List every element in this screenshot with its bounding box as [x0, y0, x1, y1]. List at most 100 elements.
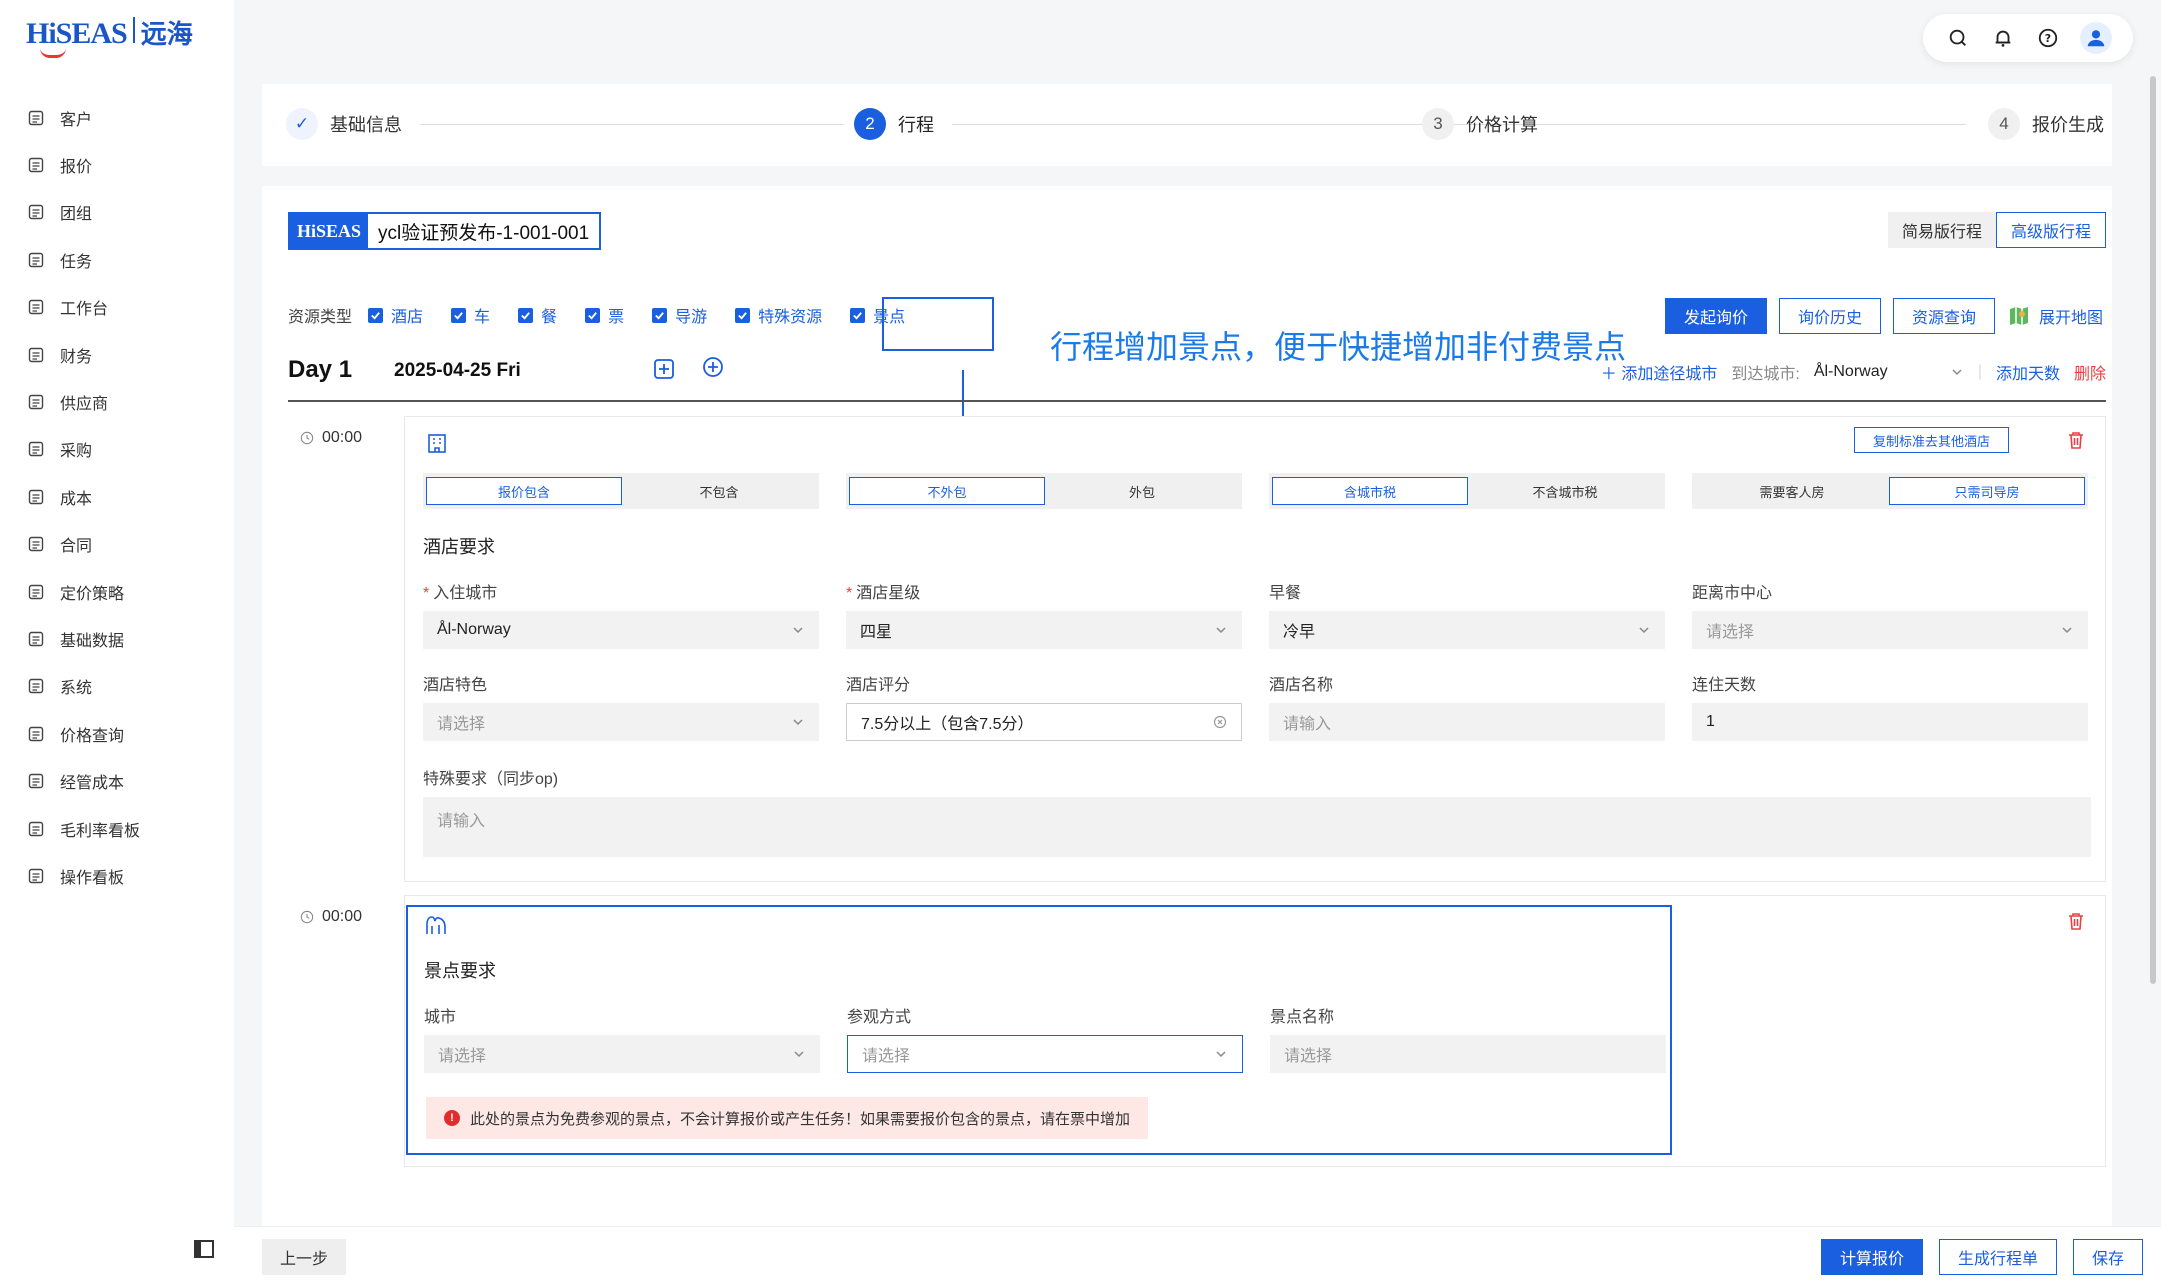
step-basic-info[interactable]: ✓ 基础信息	[286, 108, 402, 140]
brand-logo[interactable]: HiSEAS 远海	[26, 14, 193, 58]
segmented-toggle: 不外包 外包	[846, 473, 1242, 509]
supplier-icon	[26, 392, 46, 412]
sidebar-item[interactable]: 任务	[26, 236, 140, 283]
system-icon	[26, 676, 46, 696]
resource-checkbox[interactable]: 票	[585, 303, 624, 327]
resource-label: 票	[608, 309, 625, 326]
chevron-down-icon	[1639, 627, 1649, 634]
sidebar-collapse-icon[interactable]	[193, 1238, 215, 1260]
breakfast-label: 早餐	[1269, 585, 1302, 602]
add-circle-icon[interactable]	[702, 356, 724, 378]
sidebar-item[interactable]: 基础数据	[26, 615, 140, 662]
visit-mode-select[interactable]: 请选择	[847, 1035, 1243, 1073]
step-number: 3	[1422, 108, 1454, 140]
resource-type-label: 资源类型	[288, 309, 353, 326]
nights-input[interactable]: 1	[1692, 703, 2088, 741]
sidebar-item[interactable]: 团组	[26, 189, 140, 236]
toggle-option[interactable]: 只需司导房	[1889, 477, 2085, 505]
sidebar-item[interactable]: 毛利率看板	[26, 805, 140, 852]
trash-icon[interactable]	[2065, 910, 2087, 932]
toggle-option[interactable]: 报价包含	[426, 477, 622, 505]
sidebar-item[interactable]: 操作看板	[26, 852, 140, 899]
toggle-option[interactable]: 含城市税	[1272, 477, 1468, 505]
arrive-city-select[interactable]: Ål-Norway	[1814, 363, 1964, 381]
pricing-icon	[26, 582, 46, 602]
rating-select[interactable]: 7.5分以上（包含7.5分）	[846, 703, 1242, 741]
help-icon[interactable]: ?	[2035, 25, 2061, 51]
special-requirements-textarea[interactable]: 请输入	[423, 797, 2091, 857]
sidebar-item[interactable]: 系统	[26, 663, 140, 710]
sidebar-item-label: 供应商	[60, 396, 109, 414]
resource-checkbox[interactable]: 特殊资源	[735, 303, 822, 327]
sidebar-item[interactable]: 成本	[26, 473, 140, 520]
scenic-warning: ! 此处的景点为免费参观的景点，不会计算报价或产生任务！如果需要报价包含的景点，…	[426, 1097, 1149, 1139]
search-icon[interactable]	[1945, 25, 1971, 51]
prev-step-button[interactable]: 上一步	[262, 1239, 347, 1275]
add-square-icon[interactable]	[653, 358, 675, 380]
resource-query-button[interactable]: 资源查询	[1892, 298, 1995, 334]
sidebar-item[interactable]: 财务	[26, 331, 140, 378]
delete-day-link[interactable]: 删除	[2074, 360, 2106, 384]
expand-map-link[interactable]: 展开地图	[2007, 304, 2103, 328]
sidebar-item[interactable]: 报价	[26, 141, 140, 188]
resource-checkbox[interactable]: 酒店	[368, 303, 423, 327]
sidebar-item[interactable]: 采购	[26, 426, 140, 473]
sidebar-item[interactable]: 定价策略	[26, 568, 140, 615]
sidebar-item[interactable]: 客户	[26, 94, 140, 141]
checkin-city-select[interactable]: Ål-Norway	[423, 611, 819, 649]
toggle-option[interactable]: 需要客人房	[1695, 477, 1889, 505]
copy-to-other-hotels-button[interactable]: 复制标准去其他酒店	[1853, 427, 2009, 453]
sidebar-item[interactable]: 合同	[26, 521, 140, 568]
add-city-link[interactable]: ＋ 添加途径城市	[1601, 360, 1717, 384]
bell-icon[interactable]	[1990, 25, 2016, 51]
inquiry-button[interactable]: 发起询价	[1664, 298, 1767, 334]
avatar[interactable]	[2079, 22, 2112, 54]
clock-icon	[300, 910, 314, 924]
sidebar-item[interactable]: 价格查询	[26, 710, 140, 757]
progress-steps: ✓ 基础信息 2 行程 3 价格计算 4 报价生成	[262, 84, 2112, 166]
step-label: 行程	[898, 115, 934, 135]
checkbox-checked-icon	[451, 307, 467, 323]
checkbox-checked-icon	[518, 307, 534, 323]
generate-itinerary-button[interactable]: 生成行程单	[1938, 1239, 2057, 1275]
step-itinerary[interactable]: 2 行程	[854, 108, 934, 140]
step-quote-gen[interactable]: 4 报价生成	[1988, 108, 2104, 140]
step-price-calc[interactable]: 3 价格计算	[1422, 108, 1538, 140]
sidebar-item[interactable]: 经管成本	[26, 757, 140, 804]
scrollbar[interactable]	[2150, 76, 2156, 984]
sidebar: HiSEAS 远海 客户 报价 团组 任务 工作台 财务供应商采购成本合同 定价策略基础数据…	[0, 0, 234, 1288]
simple-mode-button[interactable]: 简易版行程	[1888, 212, 1997, 248]
toggle-option[interactable]: 外包	[1045, 477, 1239, 505]
tour-logo: HiSEAS	[290, 214, 368, 248]
advanced-mode-button[interactable]: 高级版行程	[1996, 212, 2107, 248]
sidebar-item[interactable]: 供应商	[26, 378, 140, 425]
resource-checkbox[interactable]: 车	[451, 303, 490, 327]
toggle-option[interactable]: 不含城市税	[1468, 477, 1662, 505]
sidebar-item-label: 成本	[60, 490, 93, 508]
clear-icon[interactable]	[1213, 715, 1227, 729]
trash-icon[interactable]	[2065, 429, 2087, 451]
add-days-link[interactable]: 添加天数	[1996, 360, 2060, 384]
distance-select[interactable]: 请选择	[1692, 611, 2088, 649]
scenic-name-select[interactable]: 请选择	[1270, 1035, 1666, 1073]
resource-checkbox[interactable]: 导游	[652, 303, 707, 327]
landmark-icon	[424, 913, 448, 937]
inquiry-history-button[interactable]: 询价历史	[1778, 298, 1881, 334]
segmented-toggle: 需要客人房 只需司导房	[1692, 473, 2088, 509]
breakfast-select[interactable]: 冷早	[1269, 611, 1665, 649]
star-select[interactable]: 四星	[846, 611, 1242, 649]
feature-select[interactable]: 请选择	[423, 703, 819, 741]
sidebar-item[interactable]: 工作台	[26, 284, 140, 331]
sidebar-item-label: 基础数据	[60, 632, 125, 650]
resource-checkbox[interactable]: 餐	[518, 303, 557, 327]
toggle-option[interactable]: 不包含	[622, 477, 816, 505]
calc-price-button[interactable]: 计算报价	[1820, 1239, 1923, 1275]
scenic-city-select[interactable]: 请选择	[424, 1035, 820, 1073]
hotel-name-input[interactable]: 请输入	[1269, 703, 1665, 741]
save-button[interactable]: 保存	[2072, 1239, 2143, 1275]
toggle-option[interactable]: 不外包	[849, 477, 1045, 505]
sidebar-item-label: 操作看板	[60, 869, 125, 887]
svg-text:?: ?	[2044, 32, 2050, 45]
clock-icon	[300, 431, 314, 445]
sidebar-item-label: 采购	[60, 443, 93, 461]
